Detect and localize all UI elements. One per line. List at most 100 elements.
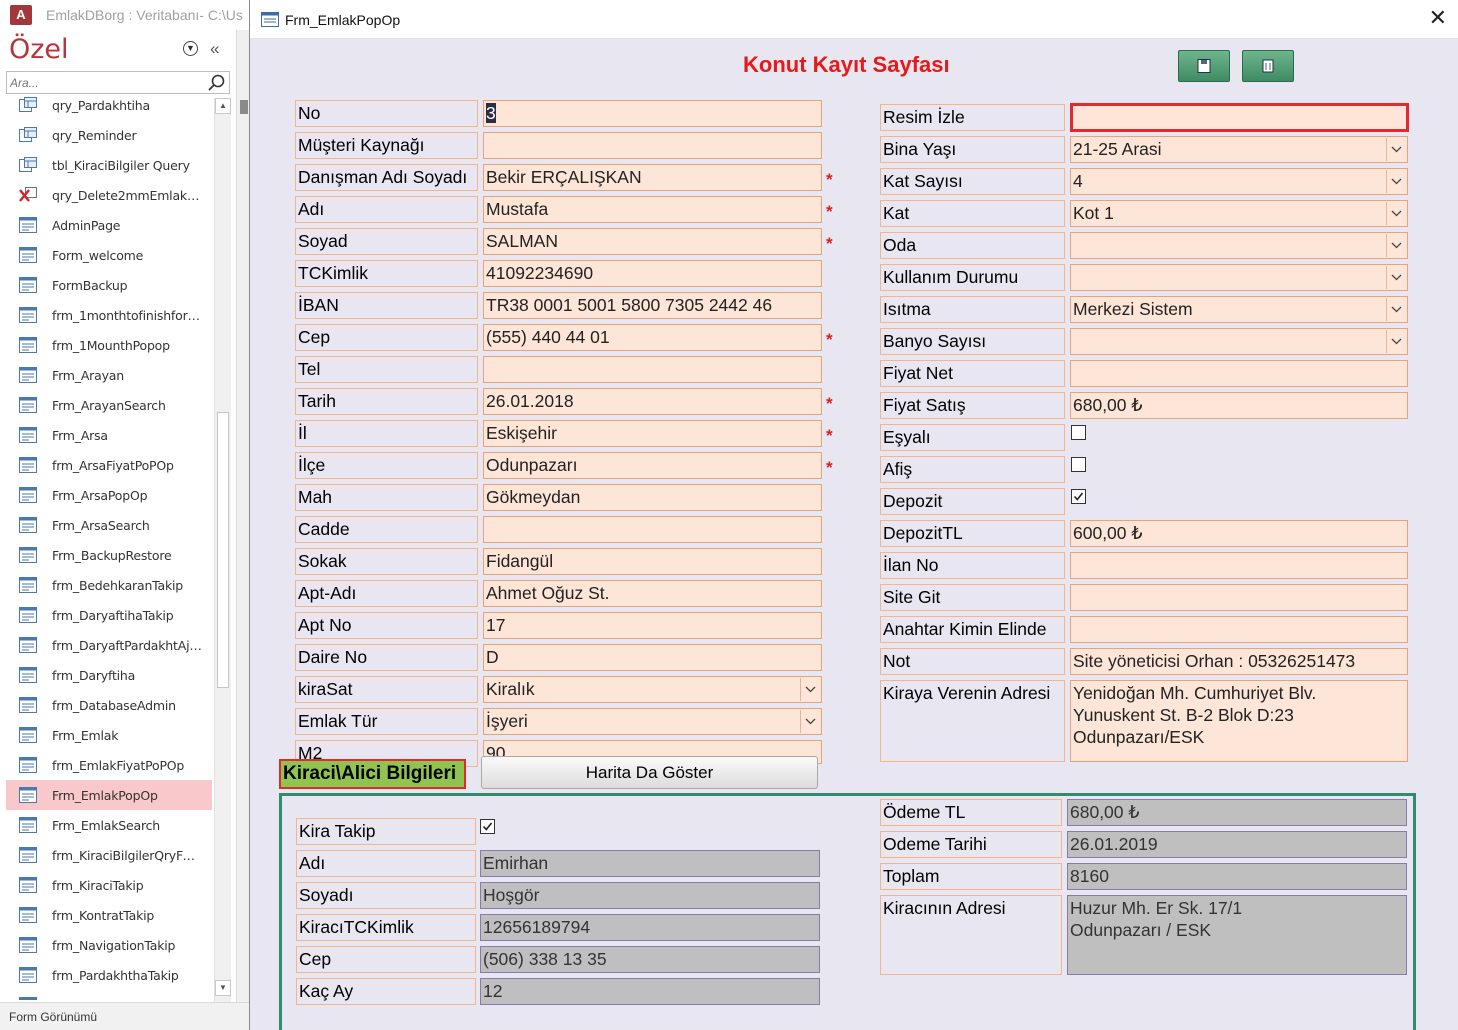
adi-field[interactable]: Mustafa — [483, 196, 822, 223]
no-field[interactable]: 3 — [483, 100, 822, 127]
nav-item-frm-1mounthpopop[interactable]: frm_1MounthPopop — [0, 330, 212, 360]
nav-item-frm-kontrattakip[interactable]: frm_KontratTakip — [0, 900, 212, 930]
musteri-kaynagi-field[interactable] — [483, 132, 822, 159]
banyo-sayisi-field[interactable] — [1070, 328, 1408, 355]
kullanim-durumu-field[interactable] — [1070, 264, 1408, 291]
payment-odeme-tl-field[interactable]: 680,00 ₺ — [1067, 799, 1407, 826]
afis-checkbox[interactable] — [1071, 457, 1086, 472]
tenant-kac-ay-field[interactable]: 12 — [480, 978, 820, 1005]
nav-item-frm-pardakhthatakip[interactable]: frm_PardakhthaTakip — [0, 960, 212, 990]
nav-item-frm-arsa[interactable]: Frm_Arsa — [0, 420, 212, 450]
nav-item-frm-databaseadmin[interactable]: frm_DatabaseAdmin — [0, 690, 212, 720]
nav-item-qry-pardakhtiha[interactable]: qry_Pardakhtiha — [0, 90, 212, 120]
nav-item-form-welcome[interactable]: Form_welcome — [0, 240, 212, 270]
nav-item-frm-emlakfiyatpopop[interactable]: frm_EmlakFiyatPoPOp — [0, 750, 212, 780]
nav-item-frm-daryftiha[interactable]: frm_Daryftiha — [0, 660, 212, 690]
payment-odeme-tarihi-field[interactable]: 26.01.2019 — [1067, 831, 1407, 858]
emlak-tur-field[interactable]: İşyeri — [483, 708, 822, 735]
nav-item-frm-emlakpopop[interactable]: Frm_EmlakPopOp — [6, 780, 212, 810]
i-lce-field[interactable]: Odunpazarı — [483, 452, 822, 479]
bina-yasi-field[interactable]: 21-25 Arasi — [1070, 136, 1408, 163]
oda-field[interactable] — [1070, 232, 1408, 259]
nav-item-qry-reminder[interactable]: qry_Reminder — [0, 120, 212, 150]
payment-toplam-field[interactable]: 8160 — [1067, 863, 1407, 890]
scroll-up-icon[interactable]: ▲ — [215, 98, 231, 114]
nav-item-frm-1monthtofinishforp[interactable]: frm_1monthtofinishforp... — [0, 300, 212, 330]
isitma-field[interactable]: Merkezi Sistem — [1070, 296, 1408, 323]
nav-item-frm-kiracitakip[interactable]: frm_KiraciTakip — [0, 870, 212, 900]
nav-item-formbackup[interactable]: FormBackup — [0, 270, 212, 300]
depozit-checkbox[interactable] — [1071, 489, 1086, 504]
nav-item-frm-emlaksearch[interactable]: Frm_EmlakSearch — [0, 810, 212, 840]
chevron-down-icon[interactable] — [1386, 298, 1406, 321]
nav-item-frm-navigationtakip[interactable]: frm_NavigationTakip — [0, 930, 212, 960]
landlord-address-field[interactable]: Yenidoğan Mh. Cumhuriyet Blv. Yunuskent … — [1070, 680, 1408, 762]
chevron-down-icon[interactable] — [800, 710, 820, 733]
i-lan-no-field[interactable] — [1070, 552, 1408, 579]
kat-sayisi-field[interactable]: 4 — [1070, 168, 1408, 195]
i-l-field[interactable]: Eskişehir — [483, 420, 822, 447]
chevron-down-icon[interactable] — [1386, 266, 1406, 289]
nav-item-frm-daryaftihatakip[interactable]: frm_DaryaftihaTakip — [0, 600, 212, 630]
apt-adi-field[interactable]: Ahmet Oğuz St. — [483, 580, 822, 607]
tenant-address-field[interactable]: Huzur Mh. Er Sk. 17/1 Odunpazarı / ESK — [1067, 895, 1407, 975]
depozittl-field[interactable]: 600,00 ₺ — [1070, 520, 1408, 547]
collapse-pane-icon[interactable]: « — [210, 39, 219, 59]
nav-item-frm-arayan[interactable]: Frm_Arayan — [0, 360, 212, 390]
tenant-adi-field[interactable]: Emirhan — [480, 850, 820, 877]
chevron-down-icon[interactable] — [1386, 234, 1406, 257]
mah-field[interactable]: Gökmeydan — [483, 484, 822, 511]
i-ban-field[interactable]: TR38 0001 5001 5800 7305 2442 46 — [483, 292, 822, 319]
save-button[interactable] — [1178, 50, 1230, 82]
kira-takip-checkbox[interactable] — [480, 819, 495, 834]
nav-item-qry-delete2mmemlakar[interactable]: qry_Delete2mmEmlakAr... — [0, 180, 212, 210]
nav-item-adminpage[interactable]: AdminPage — [0, 210, 212, 240]
nav-pane-header[interactable]: Özel — [9, 34, 69, 65]
anahtar-kimin-elinde-field[interactable] — [1070, 616, 1408, 643]
show-on-map-button[interactable]: Harita Da Göster — [481, 756, 818, 789]
esyali-checkbox[interactable] — [1071, 425, 1086, 440]
nav-item-frm-daryaftpardakhtajn[interactable]: frm_DaryaftPardakhtAjn... — [0, 630, 212, 660]
fiyat-satis-field[interactable]: 680,00 ₺ — [1070, 392, 1408, 419]
apt-no-field[interactable]: 17 — [483, 612, 822, 639]
close-icon[interactable]: ✕ — [1429, 8, 1447, 30]
nav-item-frm-bedehkarantakip[interactable]: frm_BedehkaranTakip — [0, 570, 212, 600]
nav-item-frm-pardakhth[interactable]: frm_PardakhtH... — [0, 990, 212, 1000]
nav-item-frm-arayansearch[interactable]: Frm_ArayanSearch — [0, 390, 212, 420]
nav-item-frm-kiracibilgilerqryforp[interactable]: frm_KiraciBilgilerQryForP... — [0, 840, 212, 870]
resim-i-zle-field[interactable] — [1070, 103, 1409, 132]
nav-item-tbl-kiracibilgiler-query[interactable]: tbl_KiraciBilgiler Query — [0, 150, 212, 180]
cep-field[interactable]: (555) 440 44 01 — [483, 324, 822, 351]
nav-item-frm-arsafiyatpopop[interactable]: frm_ArsaFiyatPoPOp — [0, 450, 212, 480]
tel-field[interactable] — [483, 356, 822, 383]
chevron-down-icon[interactable] — [1386, 170, 1406, 193]
nav-scrollbar[interactable]: ▲ ▼ — [214, 98, 231, 1002]
nav-menu-chevron-icon[interactable]: ▼ — [183, 41, 198, 56]
not-field[interactable]: Site yöneticisi Orhan : 05326251473 — [1070, 648, 1408, 675]
delete-button[interactable] — [1242, 50, 1294, 82]
nav-item-frm-emlak[interactable]: Frm_Emlak — [0, 720, 212, 750]
scroll-down-icon[interactable]: ▼ — [215, 980, 231, 996]
tckimlik-field[interactable]: 41092234690 — [483, 260, 822, 287]
soyad-field[interactable]: SALMAN — [483, 228, 822, 255]
tenant-kiracitckimlik-field[interactable]: 12656189794 — [480, 914, 820, 941]
daire-no-field[interactable]: D — [483, 644, 822, 671]
cadde-field[interactable] — [483, 516, 822, 543]
nav-item-frm-backuprestore[interactable]: Frm_BackupRestore — [0, 540, 212, 570]
site-git-field[interactable] — [1070, 584, 1408, 611]
chevron-down-icon[interactable] — [800, 678, 820, 701]
fiyat-net-field[interactable] — [1070, 360, 1408, 387]
sokak-field[interactable]: Fidangül — [483, 548, 822, 575]
chevron-down-icon[interactable] — [1386, 138, 1406, 161]
scroll-thumb[interactable] — [217, 412, 229, 688]
kat-field[interactable]: Kot 1 — [1070, 200, 1408, 227]
tarih-field[interactable]: 26.01.2018 — [483, 388, 822, 415]
tenant-soyadi-field[interactable]: Hoşgör — [480, 882, 820, 909]
chevron-down-icon[interactable] — [1386, 330, 1406, 353]
danisman-adi-soyadi-field[interactable]: Bekir ERÇALIŞKAN — [483, 164, 822, 191]
nav-item-frm-arsapopop[interactable]: Frm_ArsaPopOp — [0, 480, 212, 510]
nav-item-frm-arsasearch[interactable]: Frm_ArsaSearch — [0, 510, 212, 540]
chevron-down-icon[interactable] — [1386, 202, 1406, 225]
tenant-cep-field[interactable]: (506) 338 13 35 — [480, 946, 820, 973]
kirasat-field[interactable]: Kiralık — [483, 676, 822, 703]
